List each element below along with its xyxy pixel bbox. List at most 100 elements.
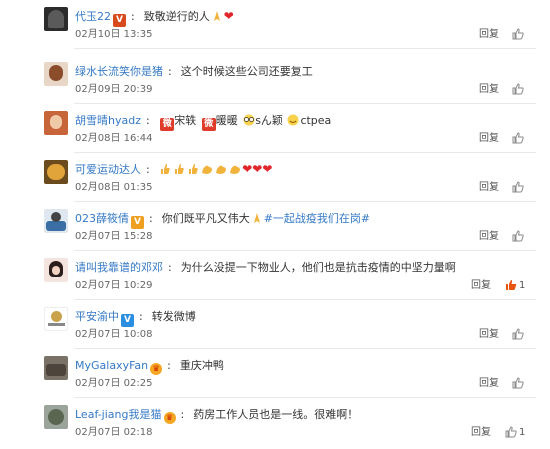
comment-item: 平安渝中 V: 转发微博 02月07日 10:08 回复	[0, 300, 550, 349]
heart-emoji-icon: ❤	[262, 162, 273, 176]
comment-text-part: sん颖	[255, 114, 283, 127]
weibo-tag-icon: 微	[160, 118, 175, 131]
avatar[interactable]	[44, 307, 68, 331]
comment-line: 胡雪晴hyadz: 微宋轶 微暖暖 sん颖 ctpea	[75, 114, 332, 131]
username[interactable]: 可爱运动达人	[75, 163, 141, 176]
comment-item: MyGalaxyFan ♛: 重庆冲鸭 02月07日 02:25 回复	[0, 349, 550, 398]
thumbs-up-emoji-icon	[187, 163, 199, 175]
comment-line: 代玉22 V: 致敬逆行的人 ❤	[75, 9, 234, 27]
avatar[interactable]	[44, 356, 68, 380]
comment-text: 药房工作人员也是一线。很难啊！	[193, 408, 359, 421]
divider	[74, 48, 536, 49]
thumbs-up-emoji-icon	[159, 163, 171, 175]
like-icon[interactable]	[512, 377, 524, 389]
comment-item: 胡雪晴hyadz: 微宋轶 微暖暖 sん颖 ctpea 02月08日 16:44…	[0, 104, 550, 153]
like-icon[interactable]	[512, 83, 524, 95]
comment-time: 02月08日 16:44	[75, 133, 153, 144]
comment-line: MyGalaxyFan ♛: 重庆冲鸭	[75, 359, 224, 375]
username[interactable]: MyGalaxyFan	[75, 359, 148, 372]
reply-button[interactable]: 回复	[479, 181, 499, 195]
comment-time: 02月09日 20:39	[75, 84, 153, 95]
comment-item: 023薛筱倩 V: 你们既平凡又伟大 #一起战疫我们在岗# 02月07日 15:28 …	[0, 202, 550, 251]
like-icon[interactable]	[512, 28, 524, 40]
smile-emoji-icon	[287, 114, 299, 126]
reply-button[interactable]: 回复	[479, 83, 499, 97]
username[interactable]: 平安渝中	[75, 310, 119, 323]
reply-button[interactable]: 回复	[479, 28, 499, 42]
like-count: 1	[519, 427, 526, 438]
verified-badge-icon: V	[113, 14, 126, 27]
comment-text: 转发微博	[151, 310, 196, 323]
comment-time: 02月07日 10:29	[75, 280, 153, 291]
muscle-emoji-icon	[229, 163, 241, 175]
comment-item: 代玉22 V: 致敬逆行的人 ❤ 02月10日 13:35 回复	[0, 0, 550, 49]
like-icon[interactable]	[512, 328, 524, 340]
comment-text-part: 暖暖	[215, 114, 238, 127]
username[interactable]: 代玉22	[75, 10, 111, 23]
comment-time: 02月10日 13:35	[75, 29, 153, 40]
reply-button[interactable]: 回复	[479, 230, 499, 244]
avatar[interactable]	[44, 62, 68, 86]
comment-line: 绿水长流笑你是猪: 这个时候这些公司还要复工	[75, 65, 313, 78]
comment-text: 致敬逆行的人	[143, 10, 210, 23]
avatar[interactable]	[44, 405, 68, 429]
reply-button[interactable]: 回复	[479, 132, 499, 146]
like-icon[interactable]	[512, 132, 524, 144]
avatar[interactable]	[44, 7, 68, 31]
vip-badge-icon: ♛	[150, 363, 163, 375]
muscle-emoji-icon	[201, 163, 213, 175]
comment-text: 你们既平凡又伟大	[161, 212, 250, 225]
comment-line: Leaf-jiang我是猫 ♛: 药房工作人员也是一线。很难啊！	[75, 408, 359, 424]
comment-text: 这个时候这些公司还要复工	[180, 65, 313, 78]
heart-emoji-icon: ❤	[242, 162, 253, 176]
comment-list: 代玉22 V: 致敬逆行的人 ❤ 02月10日 13:35 回复 绿水长流笑你是猪: 这…	[0, 0, 550, 449]
muscle-emoji-icon	[215, 163, 227, 175]
verified-badge-icon: V	[121, 314, 134, 327]
verified-badge-icon: V	[131, 216, 144, 229]
avatar[interactable]	[44, 209, 68, 233]
topic-link[interactable]: #一起战疫我们在岗#	[264, 212, 370, 225]
avatar[interactable]	[44, 160, 68, 184]
comment-line: 可爱运动达人: ❤❤❤	[75, 162, 273, 176]
comment-text-part: ctpea	[300, 114, 332, 127]
username[interactable]: 023薛筱倩	[75, 212, 129, 225]
pray-emoji-icon	[211, 10, 223, 22]
comment-item: 可爱运动达人: ❤❤❤ 02月08日 01:35 回复	[0, 153, 550, 202]
like-icon-active[interactable]	[505, 279, 517, 291]
username[interactable]: 请叫我靠谱的邓邓	[75, 261, 163, 274]
glasses-emoji-icon	[242, 114, 255, 126]
comment-time: 02月07日 02:18	[75, 427, 153, 438]
reply-button[interactable]: 回复	[471, 426, 491, 440]
comment-text: 为什么没提一下物业人，他们也是抗击疫情的中坚力量啊	[180, 261, 456, 274]
comment-time: 02月07日 10:08	[75, 329, 153, 340]
comment-line: 023薛筱倩 V: 你们既平凡又伟大 #一起战疫我们在岗#	[75, 212, 371, 229]
comment-text-part: 宋轶	[174, 114, 197, 127]
comment-item: 请叫我靠谱的邓邓: 为什么没提一下物业人，他们也是抗击疫情的中坚力量啊 02月07…	[0, 251, 550, 300]
thumbs-up-emoji-icon	[173, 163, 185, 175]
reply-button[interactable]: 回复	[479, 377, 499, 391]
comment-line: 平安渝中 V: 转发微博	[75, 310, 196, 327]
like-icon[interactable]	[512, 230, 524, 242]
comment-item: Leaf-jiang我是猫 ♛: 药房工作人员也是一线。很难啊！ 02月07日 02…	[0, 398, 550, 447]
username[interactable]: 绿水长流笑你是猪	[75, 65, 163, 78]
avatar[interactable]	[44, 111, 68, 135]
reply-button[interactable]: 回复	[471, 279, 491, 293]
reply-button[interactable]: 回复	[479, 328, 499, 342]
comment-time: 02月07日 15:28	[75, 231, 153, 242]
like-count: 1	[519, 280, 526, 291]
avatar[interactable]	[44, 258, 68, 282]
comment-line: 请叫我靠谱的邓邓: 为什么没提一下物业人，他们也是抗击疫情的中坚力量啊	[75, 261, 456, 274]
like-icon[interactable]	[505, 426, 517, 438]
vip-badge-icon: ♛	[163, 412, 176, 424]
pray-emoji-icon	[251, 212, 263, 224]
like-icon[interactable]	[512, 181, 524, 193]
heart-emoji-icon: ❤	[252, 162, 263, 176]
comment-time: 02月07日 02:25	[75, 378, 153, 389]
comment-time: 02月08日 01:35	[75, 182, 153, 193]
comment-text: 重庆冲鸭	[179, 359, 224, 372]
comment-item: 绿水长流笑你是猪: 这个时候这些公司还要复工 02月09日 20:39 回复	[0, 55, 550, 104]
username[interactable]: Leaf-jiang我是猫	[75, 408, 162, 421]
heart-emoji-icon: ❤	[223, 9, 234, 23]
username[interactable]: 胡雪晴hyadz	[75, 114, 141, 127]
weibo-tag-icon: 微	[201, 118, 216, 131]
